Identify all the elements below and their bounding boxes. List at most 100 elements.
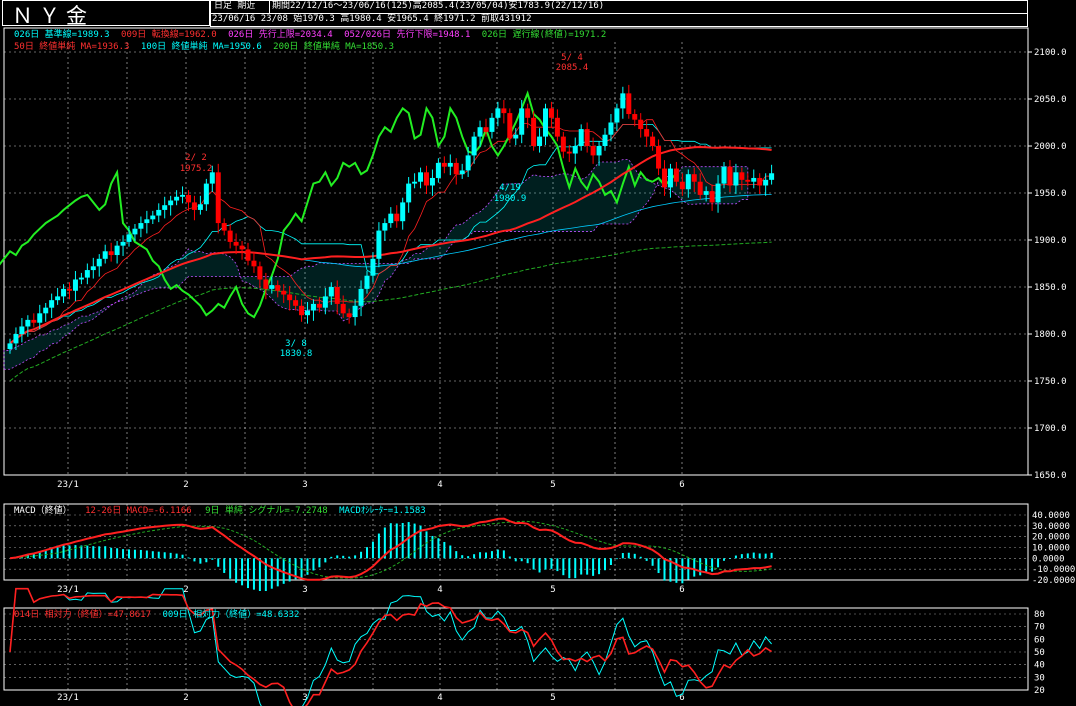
- candle-body: [703, 191, 709, 195]
- candle-body: [566, 151, 572, 154]
- candle-body: [465, 155, 471, 171]
- annotation-apr-date: 4/19: [499, 183, 521, 193]
- candle-body: [394, 213, 400, 222]
- candle-body: [37, 313, 43, 323]
- candle-body: [322, 296, 328, 308]
- candle-body: [685, 174, 691, 190]
- candle-body: [584, 129, 590, 146]
- candle-body: [299, 305, 305, 316]
- x-month-label-macd: 23/1: [57, 585, 79, 595]
- rsi-y-tick-label: 60: [1034, 635, 1045, 645]
- candle-body: [340, 303, 346, 314]
- macd-y-tick-label: 30.0000: [1032, 522, 1070, 532]
- candle-body: [721, 166, 727, 184]
- x-month-label-macd: 5: [550, 585, 555, 595]
- ichimoku-cloud-fill: [4, 159, 748, 370]
- annotation-low-value: 1830.8: [280, 349, 313, 359]
- chart-title: ＮＹ金: [12, 4, 93, 28]
- candle-body: [310, 303, 316, 311]
- candle-body: [376, 230, 382, 259]
- macd-legend-title: MACD（終値）: [14, 506, 72, 516]
- candle-body: [525, 108, 531, 118]
- x-month-label-rsi: 23/1: [57, 693, 79, 703]
- candle-body: [418, 172, 424, 182]
- candle-body: [435, 162, 441, 178]
- candle-body: [489, 117, 495, 132]
- candle-body: [126, 234, 132, 242]
- legend-ma50: 50日 終値単純 MA=1936.3: [14, 42, 130, 52]
- candle-body: [596, 146, 602, 156]
- macd-legend: MACD（終値） 12-26日 MACD=-6.1166 9日 単純 シグナル=…: [14, 506, 426, 517]
- candle-body: [162, 205, 168, 210]
- candle-body: [769, 173, 775, 180]
- candle-body: [138, 223, 144, 229]
- candle-body: [572, 146, 578, 154]
- candle-body: [251, 260, 257, 267]
- chart-canvas: 23/123/123/12223334445556662100.02050.02…: [0, 27, 1075, 706]
- rsi-legend-14: 014日 相対力（終値）=47.8617: [14, 610, 152, 620]
- candle-body: [757, 177, 763, 186]
- macd-legend-signal: 9日 単純 シグナル=-7.2748: [205, 506, 328, 516]
- rsi-y-tick-label: 30: [1034, 673, 1045, 683]
- x-month-label-macd: 3: [302, 585, 307, 595]
- annotation-high-date: 5/ 4: [561, 53, 583, 63]
- candle-body: [644, 129, 650, 137]
- candle-body: [751, 177, 757, 182]
- candle-body: [519, 108, 525, 135]
- rsi-y-tick-label: 80: [1034, 610, 1045, 620]
- candle-body: [227, 230, 233, 242]
- main-y-tick-label: 1750.0: [1034, 377, 1067, 387]
- candle-body: [727, 166, 733, 186]
- candle-body: [31, 319, 37, 323]
- candle-body: [715, 183, 721, 203]
- main-y-tick-label: 2050.0: [1034, 95, 1067, 105]
- candle-body: [662, 168, 667, 188]
- candle-body: [531, 117, 537, 146]
- x-month-label-macd: 6: [679, 585, 684, 595]
- macd-y-tick-label: 40.0000: [1032, 511, 1070, 521]
- main-y-tick-label: 1800.0: [1034, 330, 1067, 340]
- rsi14-line: [9, 587, 773, 706]
- x-month-label-main: 2: [183, 480, 188, 490]
- candle-body: [55, 296, 61, 301]
- rsi-y-tick-label: 70: [1034, 623, 1045, 633]
- candle-body: [239, 245, 245, 250]
- main-y-tick-label: 1650.0: [1034, 471, 1067, 481]
- candle-body: [168, 200, 174, 206]
- annotation-feb-value: 1975.2: [180, 164, 213, 174]
- x-month-label-main: 5: [550, 480, 555, 490]
- candle-body: [334, 287, 340, 304]
- main-legend-line1: 026日 基準線=1989.3 009日 転換線=1962.0 026日 先行上…: [14, 30, 606, 41]
- main-legend-line2: 50日 終値単純 MA=1936.3 100日 終値単純 MA=1950.6 2…: [14, 42, 394, 53]
- x-month-label-rsi: 4: [437, 693, 442, 703]
- x-month-label-macd: 4: [437, 585, 442, 595]
- x-month-label-rsi: 5: [550, 693, 555, 703]
- candle-body: [626, 93, 632, 115]
- candle-body: [697, 181, 703, 195]
- macd-y-tick-label: -20.0000: [1032, 576, 1075, 586]
- candle-body: [174, 196, 180, 201]
- candle-body: [316, 303, 322, 308]
- candle-body: [608, 122, 614, 135]
- candle-body: [203, 183, 209, 205]
- candle-body: [739, 172, 745, 180]
- candle-body: [691, 174, 697, 182]
- candle-body: [763, 179, 769, 186]
- x-month-label-main: 4: [437, 480, 442, 490]
- macd-y-tick-label: 10.0000: [1032, 544, 1070, 554]
- candle-body: [400, 202, 406, 222]
- rsi-legend-9: 009日 相対力（終値）=48.6332: [162, 610, 300, 620]
- main-y-tick-label: 1700.0: [1034, 424, 1067, 434]
- candle-body: [477, 127, 483, 137]
- candle-body: [61, 288, 67, 297]
- candle-body: [328, 287, 334, 297]
- macd-y-tick-label: -10.0000: [1032, 565, 1075, 575]
- candle-body: [507, 113, 513, 139]
- candle-body: [495, 108, 501, 118]
- candle-body: [620, 93, 626, 109]
- candle-body: [67, 288, 72, 291]
- annotation-apr-value: 1980.9: [494, 194, 527, 204]
- candle-body: [352, 305, 358, 318]
- rsi-y-tick-label: 20: [1034, 686, 1045, 696]
- candle-body: [578, 129, 584, 146]
